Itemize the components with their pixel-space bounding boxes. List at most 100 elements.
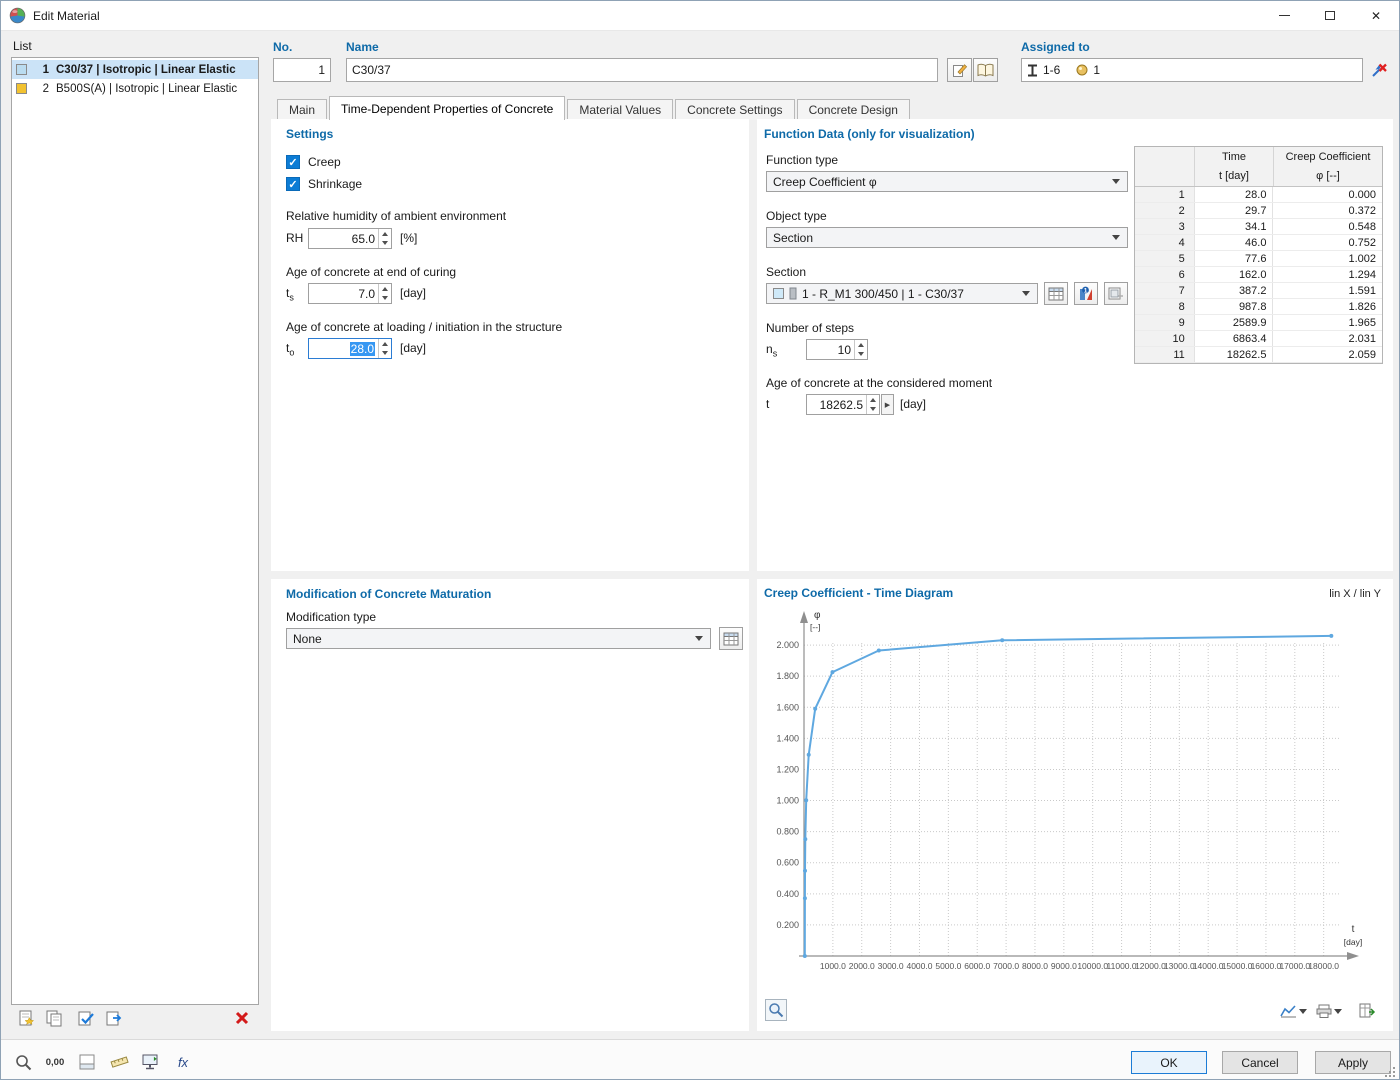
row-number-header [1135,147,1195,186]
zoom-button[interactable] [765,999,787,1021]
checkbox-checked-icon[interactable]: ✓ [286,177,300,191]
tab-concrete-design[interactable]: Concrete Design [797,99,910,120]
spin-down-icon[interactable] [867,405,879,415]
humidity-input[interactable]: 65.0 [308,228,392,249]
shrinkage-checkbox[interactable]: ✓ Shrinkage [286,176,362,192]
section-dialog-button[interactable]: 1 [1074,282,1098,305]
assigned-members-value: 1-6 [1043,63,1060,77]
spin-down-icon[interactable] [379,294,391,304]
moment-input[interactable]: 18262.5 [806,394,880,415]
step-forward-button[interactable]: ▶ [881,394,894,415]
cancel-button[interactable]: Cancel [1222,1051,1298,1074]
color-box-button[interactable] [75,1050,99,1074]
list-item[interactable]: 1C30/37 | Isotropic | Linear Elastic [12,60,258,79]
spin-up-icon[interactable] [379,284,391,294]
table-row[interactable]: 229.70.372 [1135,203,1382,219]
section-library-button[interactable] [1044,282,1068,305]
delete-material-button[interactable] [231,1007,253,1029]
loading-input[interactable]: 28.0 [308,338,392,359]
copy-material-button[interactable] [43,1007,65,1029]
tab-main[interactable]: Main [277,99,327,120]
spin-down-icon[interactable] [379,349,391,359]
decimal-places-button[interactable]: 0,00 [43,1050,67,1074]
object-type-select[interactable]: Section [766,227,1128,248]
list-label: List [13,39,32,53]
no-label: No. [273,40,292,54]
table-cell: 11 [1135,347,1195,362]
spin-down-icon[interactable] [379,239,391,249]
new-section-button[interactable] [1104,282,1128,305]
export-grid-icon [1359,1003,1376,1018]
resize-grip[interactable] [1384,1066,1396,1078]
object-type-value: Section [773,231,1107,245]
ok-button[interactable]: OK [1131,1051,1207,1074]
table-row[interactable]: 8987.81.826 [1135,299,1382,315]
creep-checkbox[interactable]: ✓ Creep [286,154,341,170]
list-item[interactable]: 2B500S(A) | Isotropic | Linear Elastic [12,79,258,98]
moment-unit: [day] [900,394,926,415]
spin-down-icon[interactable] [855,350,867,360]
material-no-field: 1 [273,58,331,82]
material-color-swatch [16,64,27,75]
axis-scale-label[interactable]: lin X / lin Y [1329,588,1381,600]
maturation-title: Modification of Concrete Maturation [286,587,491,601]
checkbox-checked-icon[interactable]: ✓ [286,155,300,169]
spin-up-icon[interactable] [379,229,391,239]
table-header: Time t [day] Creep Coefficient φ [--] [1135,147,1382,187]
table-row[interactable]: 1118262.52.059 [1135,347,1382,363]
section-select[interactable]: 1 - R_M1 300/450 | 1 - C30/37 [766,283,1038,304]
select-objects-button[interactable] [1368,59,1390,81]
chevron-down-icon [1334,1007,1343,1016]
objects-icon [1076,64,1088,76]
search-button[interactable] [11,1050,35,1074]
tab-concrete-settings[interactable]: Concrete Settings [675,99,794,120]
modification-type-select[interactable]: None [286,628,711,649]
table-cell: 3 [1135,219,1195,234]
tab-material-values[interactable]: Material Values [567,99,673,120]
material-name-input[interactable]: C30/37 [346,58,938,82]
table-cell: 8 [1135,299,1195,314]
display-settings-button[interactable] [139,1050,163,1074]
minimize-button[interactable] [1261,1,1307,30]
svg-text:7000.0: 7000.0 [993,961,1019,971]
table-row[interactable]: 334.10.548 [1135,219,1382,235]
function-type-select[interactable]: Creep Coefficient φ [766,171,1128,192]
edit-name-button[interactable] [947,58,972,82]
chevron-down-icon [695,634,704,643]
export-table-button[interactable] [1355,999,1379,1021]
table-row[interactable]: 6162.01.294 [1135,267,1382,283]
name-label: Name [346,40,379,54]
minimize-icon [1279,15,1290,16]
table-row[interactable]: 92589.91.965 [1135,315,1382,331]
steps-input[interactable]: 10 [806,339,868,360]
close-button[interactable]: ✕ [1353,1,1399,30]
table-row[interactable]: 577.61.002 [1135,251,1382,267]
spin-up-icon[interactable] [855,340,867,350]
spin-up-icon[interactable] [379,339,391,349]
curing-input[interactable]: 7.0 [308,283,392,304]
maturation-library-button[interactable] [719,627,743,650]
function-editor-button[interactable]: fx [171,1050,195,1074]
table-row[interactable]: 446.00.752 [1135,235,1382,251]
svg-text:1.600: 1.600 [776,702,799,712]
maximize-button[interactable] [1307,1,1353,30]
table-row[interactable]: 128.00.000 [1135,187,1382,203]
assigned-to-field[interactable]: 1-6 1 [1021,58,1363,82]
material-library-button[interactable] [973,58,998,82]
apply-button[interactable]: Apply [1315,1051,1391,1074]
units-button[interactable] [107,1050,131,1074]
table-row[interactable]: 7387.21.591 [1135,283,1382,299]
import-material-button[interactable] [103,1007,125,1029]
table-row[interactable]: 106863.42.031 [1135,331,1382,347]
book-icon [977,63,994,78]
settings-title: Settings [286,127,333,141]
new-material-button[interactable] [15,1007,37,1029]
check-materials-button[interactable] [75,1007,97,1029]
steps-label: Number of steps [766,321,854,335]
print-button[interactable] [1313,1001,1345,1021]
tab-time-dependent-properties-of-concrete[interactable]: Time-Dependent Properties of Concrete [329,96,565,120]
close-icon: ✕ [1371,9,1381,23]
spin-up-icon[interactable] [867,395,879,405]
diagram-options-button[interactable] [1277,1001,1309,1021]
chevron-down-icon [1022,289,1031,298]
